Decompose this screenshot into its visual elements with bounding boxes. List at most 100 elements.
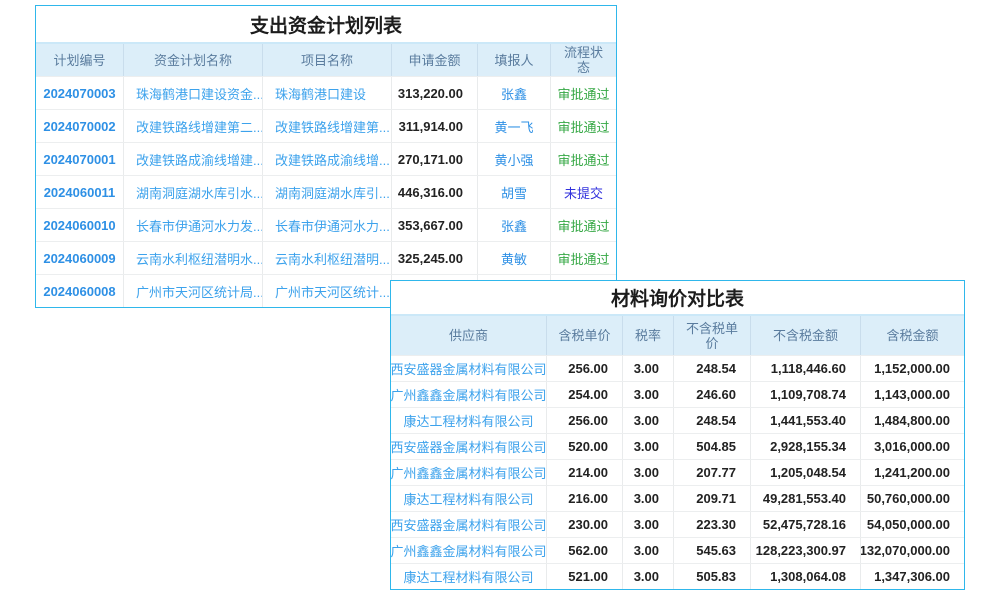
- cell-fund-plan-name[interactable]: 珠海鹤港口建设资金...: [124, 77, 263, 109]
- cell-fund-plan-name[interactable]: 广州市天河区统计局...: [124, 275, 263, 307]
- cell-tax-unit-price: 256.00: [547, 356, 623, 381]
- cell-no-tax-unit-price: 248.54: [674, 408, 751, 433]
- cell-project-name[interactable]: 长春市伊通河水力...: [263, 209, 392, 241]
- cell-no-tax-amount: 1,308,064.08: [751, 564, 861, 589]
- cell-no-tax-unit-price: 545.63: [674, 538, 751, 563]
- cell-no-tax-amount: 2,928,155.34: [751, 434, 861, 459]
- cell-reporter[interactable]: 黄一飞: [478, 110, 551, 142]
- cell-no-tax-amount: 1,109,708.74: [751, 382, 861, 407]
- cell-plan-no[interactable]: 2024060010: [36, 209, 124, 241]
- cell-fund-plan-name[interactable]: 湖南洞庭湖水库引水...: [124, 176, 263, 208]
- header-project-name: 项目名称: [263, 44, 392, 76]
- cell-supplier[interactable]: 康达工程材料有限公司: [391, 486, 547, 511]
- cell-reporter[interactable]: 黄敏: [478, 242, 551, 274]
- inquiry-table-body: 西安盛器金属材料有限公司256.003.00248.541,118,446.60…: [391, 355, 964, 589]
- cell-fund-plan-name[interactable]: 长春市伊通河水力发...: [124, 209, 263, 241]
- cell-fund-plan-name[interactable]: 改建铁路成渝线增建...: [124, 143, 263, 175]
- cell-tax-amount: 3,016,000.00: [861, 434, 964, 459]
- material-inquiry-table: 材料询价对比表 供应商含税单价税率不含税单价不含税金额含税金额 西安盛器金属材料…: [390, 280, 965, 590]
- cell-no-tax-unit-price: 207.77: [674, 460, 751, 485]
- header-tax-amount: 含税金额: [861, 316, 964, 355]
- cell-tax-amount: 54,050,000.00: [861, 512, 964, 537]
- cell-no-tax-amount: 1,118,446.60: [751, 356, 861, 381]
- page: 支出资金计划列表 计划编号资金计划名称项目名称申请金额填报人流程状态 20240…: [0, 0, 1000, 600]
- table-row: 2024070002改建铁路线增建第二...改建铁路线增建第...311,914…: [36, 109, 616, 142]
- cell-amount: 446,316.00: [392, 176, 478, 208]
- cell-no-tax-unit-price: 223.30: [674, 512, 751, 537]
- table-row: 广州鑫鑫金属材料有限公司254.003.00246.601,109,708.74…: [391, 381, 964, 407]
- cell-no-tax-amount: 1,441,553.40: [751, 408, 861, 433]
- cell-plan-no[interactable]: 2024070002: [36, 110, 124, 142]
- cell-supplier[interactable]: 西安盛器金属材料有限公司: [391, 512, 547, 537]
- cell-project-name[interactable]: 改建铁路成渝线增...: [263, 143, 392, 175]
- cell-reporter[interactable]: 黄小强: [478, 143, 551, 175]
- cell-no-tax-amount: 1,205,048.54: [751, 460, 861, 485]
- cell-tax-unit-price: 254.00: [547, 382, 623, 407]
- header-reporter: 填报人: [478, 44, 551, 76]
- cell-supplier[interactable]: 广州鑫鑫金属材料有限公司: [391, 382, 547, 407]
- header-no-tax-unit-price: 不含税单价: [674, 316, 751, 355]
- cell-tax-amount: 1,143,000.00: [861, 382, 964, 407]
- cell-reporter[interactable]: 胡雪: [478, 176, 551, 208]
- cell-status: 未提交: [551, 176, 616, 208]
- cell-tax-rate: 3.00: [623, 564, 674, 589]
- cell-no-tax-amount: 52,475,728.16: [751, 512, 861, 537]
- cell-plan-no[interactable]: 2024070001: [36, 143, 124, 175]
- cell-plan-no[interactable]: 2024060011: [36, 176, 124, 208]
- cell-no-tax-unit-price: 504.85: [674, 434, 751, 459]
- cell-tax-unit-price: 520.00: [547, 434, 623, 459]
- cell-no-tax-unit-price: 209.71: [674, 486, 751, 511]
- cell-tax-amount: 1,152,000.00: [861, 356, 964, 381]
- cell-project-name[interactable]: 湖南洞庭湖水库引...: [263, 176, 392, 208]
- cell-supplier[interactable]: 广州鑫鑫金属材料有限公司: [391, 538, 547, 563]
- table-row: 2024060009云南水利枢纽潜明水...云南水利枢纽潜明...325,245…: [36, 241, 616, 274]
- cell-supplier[interactable]: 西安盛器金属材料有限公司: [391, 434, 547, 459]
- cell-tax-unit-price: 216.00: [547, 486, 623, 511]
- cell-plan-no[interactable]: 2024060009: [36, 242, 124, 274]
- cell-tax-rate: 3.00: [623, 434, 674, 459]
- cell-tax-amount: 1,241,200.00: [861, 460, 964, 485]
- cell-project-name[interactable]: 改建铁路线增建第...: [263, 110, 392, 142]
- table-row: 康达工程材料有限公司256.003.00248.541,441,553.401,…: [391, 407, 964, 433]
- cell-supplier[interactable]: 康达工程材料有限公司: [391, 564, 547, 589]
- cell-supplier[interactable]: 西安盛器金属材料有限公司: [391, 356, 547, 381]
- table-row: 2024060011湖南洞庭湖水库引水...湖南洞庭湖水库引...446,316…: [36, 175, 616, 208]
- header-fund-plan-name: 资金计划名称: [124, 44, 263, 76]
- table-row: 广州鑫鑫金属材料有限公司214.003.00207.771,205,048.54…: [391, 459, 964, 485]
- cell-fund-plan-name[interactable]: 改建铁路线增建第二...: [124, 110, 263, 142]
- header-supplier: 供应商: [391, 316, 547, 355]
- plan-table-header-row: 计划编号资金计划名称项目名称申请金额填报人流程状态: [36, 44, 616, 76]
- cell-tax-rate: 3.00: [623, 512, 674, 537]
- table-row: 西安盛器金属材料有限公司256.003.00248.541,118,446.60…: [391, 355, 964, 381]
- cell-reporter[interactable]: 张鑫: [478, 209, 551, 241]
- plan-table-title: 支出资金计划列表: [36, 6, 616, 44]
- header-tax-unit-price: 含税单价: [547, 316, 623, 355]
- cell-tax-amount: 50,760,000.00: [861, 486, 964, 511]
- cell-amount: 313,220.00: [392, 77, 478, 109]
- cell-amount: 311,914.00: [392, 110, 478, 142]
- cell-no-tax-unit-price: 505.83: [674, 564, 751, 589]
- cell-tax-rate: 3.00: [623, 356, 674, 381]
- cell-project-name[interactable]: 珠海鹤港口建设: [263, 77, 392, 109]
- cell-project-name[interactable]: 云南水利枢纽潜明...: [263, 242, 392, 274]
- cell-tax-unit-price: 214.00: [547, 460, 623, 485]
- cell-tax-rate: 3.00: [623, 486, 674, 511]
- table-row: 2024060010长春市伊通河水力发...长春市伊通河水力...353,667…: [36, 208, 616, 241]
- cell-plan-no[interactable]: 2024070003: [36, 77, 124, 109]
- cell-amount: 325,245.00: [392, 242, 478, 274]
- cell-tax-unit-price: 521.00: [547, 564, 623, 589]
- cell-tax-rate: 3.00: [623, 408, 674, 433]
- cell-supplier[interactable]: 广州鑫鑫金属材料有限公司: [391, 460, 547, 485]
- table-row: 康达工程材料有限公司521.003.00505.831,308,064.081,…: [391, 563, 964, 589]
- cell-tax-rate: 3.00: [623, 382, 674, 407]
- table-row: 广州鑫鑫金属材料有限公司562.003.00545.63128,223,300.…: [391, 537, 964, 563]
- header-status: 流程状态: [551, 44, 616, 76]
- cell-project-name[interactable]: 广州市天河区统计...: [263, 275, 392, 307]
- inquiry-table-header-row: 供应商含税单价税率不含税单价不含税金额含税金额: [391, 316, 964, 355]
- cell-fund-plan-name[interactable]: 云南水利枢纽潜明水...: [124, 242, 263, 274]
- cell-status: 审批通过: [551, 77, 616, 109]
- cell-amount: 353,667.00: [392, 209, 478, 241]
- cell-supplier[interactable]: 康达工程材料有限公司: [391, 408, 547, 433]
- cell-plan-no[interactable]: 2024060008: [36, 275, 124, 307]
- cell-reporter[interactable]: 张鑫: [478, 77, 551, 109]
